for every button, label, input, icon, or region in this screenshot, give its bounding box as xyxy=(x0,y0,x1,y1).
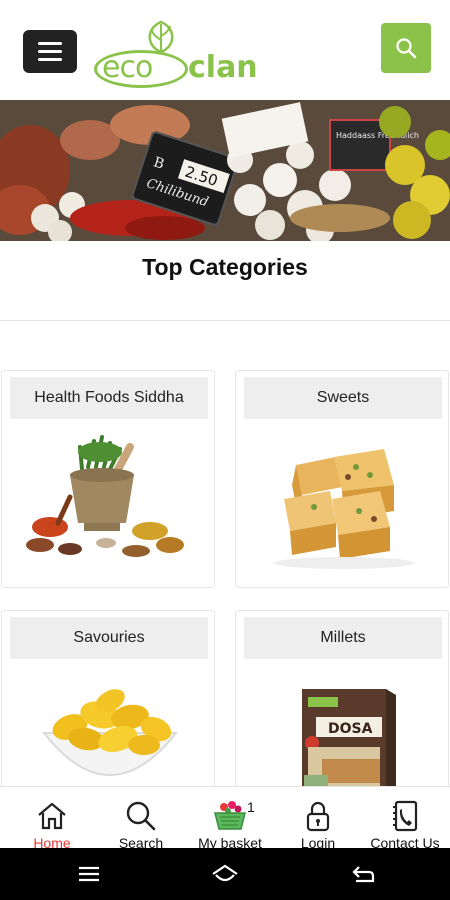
search-icon xyxy=(396,38,417,59)
category-label: Millets xyxy=(244,617,442,659)
nav-search[interactable]: Search xyxy=(96,787,186,848)
app-header: eco clan xyxy=(0,0,450,100)
category-label: Savouries xyxy=(10,617,208,659)
basket-count-badge: 1 xyxy=(247,799,255,815)
logo-clan-text: clan xyxy=(188,50,258,85)
search-icon xyxy=(126,801,156,831)
hero-banner-image[interactable]: 2.50 B Chilibund Haddaass Freundlich xyxy=(0,100,450,241)
basket-icon xyxy=(214,801,246,830)
home-icon xyxy=(38,802,66,830)
nav-login-label: Login xyxy=(300,835,336,848)
system-navigation-bar xyxy=(0,848,450,900)
nav-contact-us-label: Contact Us xyxy=(370,835,440,848)
health-foods-image xyxy=(10,427,208,582)
bottom-navigation: Home Search 1 My basket Login Contact Us xyxy=(0,786,450,848)
home-system-icon[interactable] xyxy=(210,860,240,888)
ecoclan-logo[interactable]: eco clan xyxy=(94,20,264,88)
category-label: Health Foods Siddha xyxy=(10,377,208,419)
sweets-image xyxy=(244,427,442,582)
hamburger-menu-icon[interactable] xyxy=(23,30,77,73)
nav-my-basket-label: My basket xyxy=(198,835,262,848)
nav-home-label: Home xyxy=(33,835,71,848)
category-card-savouries[interactable]: Savouries xyxy=(1,610,215,810)
nav-home[interactable]: Home xyxy=(7,787,97,848)
category-card-sweets[interactable]: Sweets xyxy=(235,370,449,588)
nav-contact-us[interactable]: Contact Us xyxy=(360,787,450,848)
section-title: Top Categories xyxy=(142,254,308,280)
nav-login[interactable]: Login xyxy=(273,787,363,848)
recent-apps-icon[interactable] xyxy=(74,860,104,888)
category-card-millets[interactable]: Millets DOSA xyxy=(235,610,449,810)
category-label: Sweets xyxy=(244,377,442,419)
phone-book-icon xyxy=(393,800,418,832)
lock-icon xyxy=(306,801,330,832)
nav-my-basket[interactable]: 1 My basket xyxy=(185,787,275,848)
leaf-icon xyxy=(148,20,174,54)
section-divider xyxy=(0,320,450,321)
header-search-button[interactable] xyxy=(381,23,431,73)
category-card-health-foods[interactable]: Health Foods Siddha xyxy=(1,370,215,588)
product-box-text: DOSA xyxy=(328,721,373,737)
nav-search-label: Search xyxy=(118,835,164,848)
back-icon[interactable] xyxy=(348,860,378,888)
logo-eco-text: eco xyxy=(102,50,153,85)
